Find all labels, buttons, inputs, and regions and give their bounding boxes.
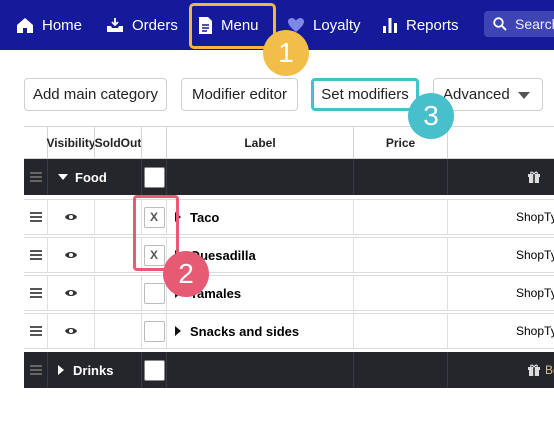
- menu-table: Visibility SoldOut Label Price Food X Ta…: [24, 126, 554, 388]
- item-label-cell[interactable]: Taco: [166, 200, 353, 234]
- drag-handle-icon[interactable]: [24, 314, 47, 348]
- caret-right-icon[interactable]: [175, 326, 181, 336]
- nav-reports-label: Reports: [406, 16, 459, 34]
- category-price: [353, 352, 447, 388]
- shop-type: ShopType: [447, 314, 554, 348]
- header-handle: [24, 127, 47, 159]
- caret-right-icon[interactable]: [58, 365, 64, 375]
- soldout-checkbox[interactable]: [141, 314, 166, 348]
- caret-down-icon[interactable]: [58, 174, 68, 180]
- shop-type: ShopType: [447, 238, 554, 272]
- soldout-cell: [94, 276, 141, 310]
- soldout-cell: [94, 314, 141, 348]
- bar-chart-icon: [382, 17, 398, 34]
- soldout-checkbox[interactable]: [141, 352, 166, 388]
- category-label-spacer: [166, 352, 353, 388]
- soldout-checkbox[interactable]: [141, 159, 166, 195]
- category-extra[interactable]: Be: [447, 352, 554, 388]
- nav-reports[interactable]: Reports: [382, 0, 459, 50]
- item-label-cell[interactable]: Snacks and sides: [166, 314, 353, 348]
- eye-icon[interactable]: [47, 314, 94, 348]
- item-label: Taco: [190, 209, 220, 225]
- table-row[interactable]: Tamales ShopType: [24, 275, 554, 311]
- category-row-drinks[interactable]: Drinks Be: [24, 352, 554, 388]
- drag-handle-icon[interactable]: [24, 238, 47, 272]
- app-root: Home Orders Menu Loyalty Reports Searc A…: [0, 0, 554, 428]
- category-label-spacer: [166, 159, 353, 195]
- set-modifiers-button[interactable]: Set modifiers: [311, 78, 419, 111]
- table-header: Visibility SoldOut Label Price: [24, 126, 554, 159]
- chevron-down-icon: [518, 92, 530, 99]
- item-price[interactable]: [353, 276, 447, 310]
- nav-orders-label: Orders: [132, 16, 178, 34]
- menu-highlight: [189, 3, 276, 49]
- item-label: Snacks and sides: [190, 323, 300, 339]
- search-input[interactable]: Search: [484, 11, 554, 37]
- header-extra: [447, 127, 554, 159]
- eye-icon[interactable]: [47, 200, 94, 234]
- drag-handle-icon[interactable]: [24, 200, 47, 234]
- soldout-mark: [143, 282, 165, 304]
- nav-orders[interactable]: Orders: [106, 0, 178, 50]
- drag-handle-icon[interactable]: [24, 352, 47, 388]
- gift-icon[interactable]: [447, 159, 554, 195]
- soldout-checkbox[interactable]: [141, 276, 166, 310]
- eye-icon[interactable]: [47, 238, 94, 272]
- table-row[interactable]: X Taco ShopType: [24, 199, 554, 235]
- drag-handle-icon[interactable]: [24, 276, 47, 310]
- home-icon: [16, 17, 34, 34]
- nav-loyalty-label: Loyalty: [313, 16, 361, 34]
- item-price[interactable]: [353, 200, 447, 234]
- shop-type: ShopType: [447, 200, 554, 234]
- table-row[interactable]: X Quesadilla ShopType: [24, 237, 554, 273]
- drag-handle-icon[interactable]: [24, 159, 47, 195]
- header-visibility: Visibility: [46, 127, 96, 159]
- add-main-category-button[interactable]: Add main category: [24, 78, 167, 111]
- soldout-mark: [143, 320, 165, 342]
- header-soldout: SoldOut: [94, 127, 141, 159]
- category-extra-text: Be: [545, 363, 554, 377]
- category-label: Food: [75, 169, 107, 185]
- step-badge-1: 1: [263, 30, 309, 76]
- header-checkbox: [141, 127, 166, 159]
- category-price: [353, 159, 447, 195]
- step-badge-2: 2: [163, 251, 209, 297]
- shop-type: ShopType: [447, 276, 554, 310]
- category-row-food[interactable]: Food: [24, 159, 554, 195]
- step-badge-3: 3: [408, 93, 454, 139]
- category-label: Drinks: [73, 362, 114, 378]
- search-icon: [493, 17, 507, 31]
- advanced-label: Advanced: [443, 86, 510, 103]
- header-label: Label: [166, 127, 353, 159]
- search-placeholder: Search: [515, 16, 554, 32]
- table-row[interactable]: Snacks and sides ShopType: [24, 313, 554, 349]
- item-price[interactable]: [353, 314, 447, 348]
- modifier-editor-button[interactable]: Modifier editor: [181, 78, 298, 111]
- gift-icon: [528, 364, 540, 376]
- item-price[interactable]: [353, 238, 447, 272]
- nav-home-label: Home: [42, 16, 83, 34]
- eye-icon[interactable]: [47, 276, 94, 310]
- tray-icon: [106, 17, 124, 33]
- nav-home[interactable]: Home: [16, 0, 82, 50]
